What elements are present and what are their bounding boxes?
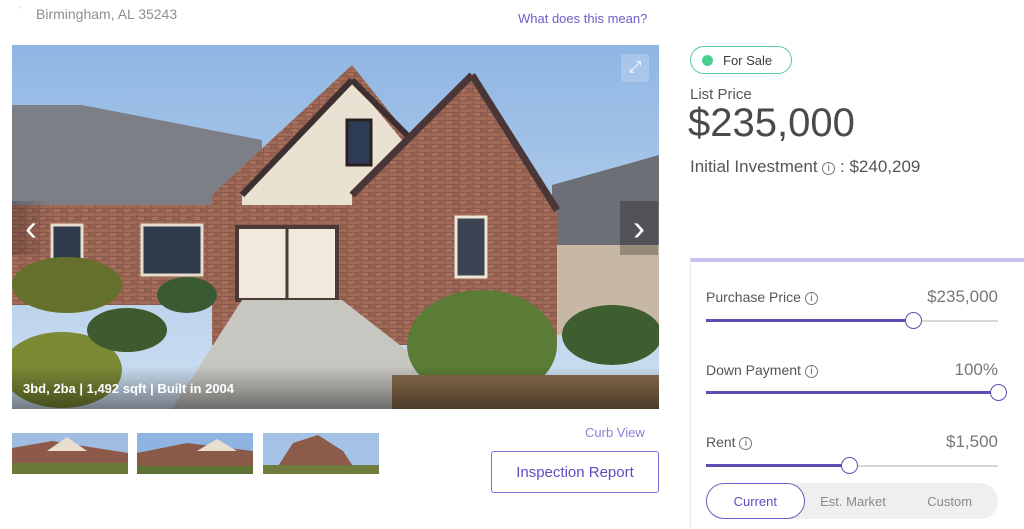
rent-option-est-market[interactable]: Est. Market (805, 483, 902, 519)
rent-option-toggle: Current Est. Market Custom (706, 483, 998, 519)
status-badge: For Sale (690, 46, 792, 74)
curb-view-link[interactable]: Curb View (585, 425, 645, 440)
what-does-this-mean-link[interactable]: What does this mean? (518, 11, 647, 26)
purchase-price-label-text: Purchase Price (706, 289, 801, 305)
chevron-left-icon[interactable]: ‹ (12, 201, 50, 255)
initial-investment: Initial Investment i : $240,209 (690, 157, 920, 177)
purchase-price-slider[interactable] (706, 312, 998, 329)
slider-fill (706, 464, 850, 467)
purchase-price-value: $235,000 (927, 287, 998, 306)
thumbnail-3[interactable] (263, 433, 379, 474)
slider-handle[interactable] (990, 384, 1007, 401)
rent-option-custom[interactable]: Custom (901, 483, 998, 519)
slider-fill (706, 319, 914, 322)
rent-value: $1,500 (946, 432, 998, 451)
down-payment-label: Down Payment i (706, 362, 818, 378)
rent-option-current[interactable]: Current (706, 483, 805, 519)
down-payment-value: 100% (954, 360, 998, 379)
info-icon[interactable]: i (822, 162, 836, 175)
down-payment-label-text: Down Payment (706, 362, 801, 378)
initial-investment-label: Initial Investment (690, 157, 818, 176)
purchase-price-label: Purchase Price i (706, 289, 818, 305)
slider-fill (706, 391, 998, 394)
rent-label-text: Rent (706, 434, 736, 450)
expand-icon[interactable]: ⤢ (621, 54, 649, 82)
list-price: $235,000 (688, 101, 855, 145)
slider-handle[interactable] (841, 457, 859, 474)
listing-address: Birmingham, AL 35243 (36, 6, 178, 22)
inspection-report-button[interactable]: Inspection Report (491, 451, 659, 493)
info-icon[interactable]: i (739, 437, 753, 450)
thumbnail-2[interactable] (137, 433, 253, 474)
rent-label: Rent i (706, 434, 753, 450)
down-payment-slider[interactable] (706, 384, 1007, 401)
initial-investment-value: : $240,209 (840, 157, 921, 176)
chevron-right-icon[interactable]: › (620, 201, 658, 255)
rent-slider[interactable] (706, 457, 998, 474)
main-photo (12, 45, 659, 409)
status-label: For Sale (723, 52, 773, 68)
status-dot-icon (702, 54, 713, 66)
info-icon[interactable]: i (804, 292, 818, 305)
info-icon[interactable]: i (804, 365, 818, 378)
photo-caption: 3bd, 2ba | 1,492 sqft | Built in 2004 (23, 381, 235, 396)
thumbnail-1[interactable] (12, 433, 128, 474)
location-marker-icon: ´ (18, 6, 21, 16)
photo-caption-bar: 3bd, 2ba | 1,492 sqft | Built in 2004 (12, 366, 659, 409)
